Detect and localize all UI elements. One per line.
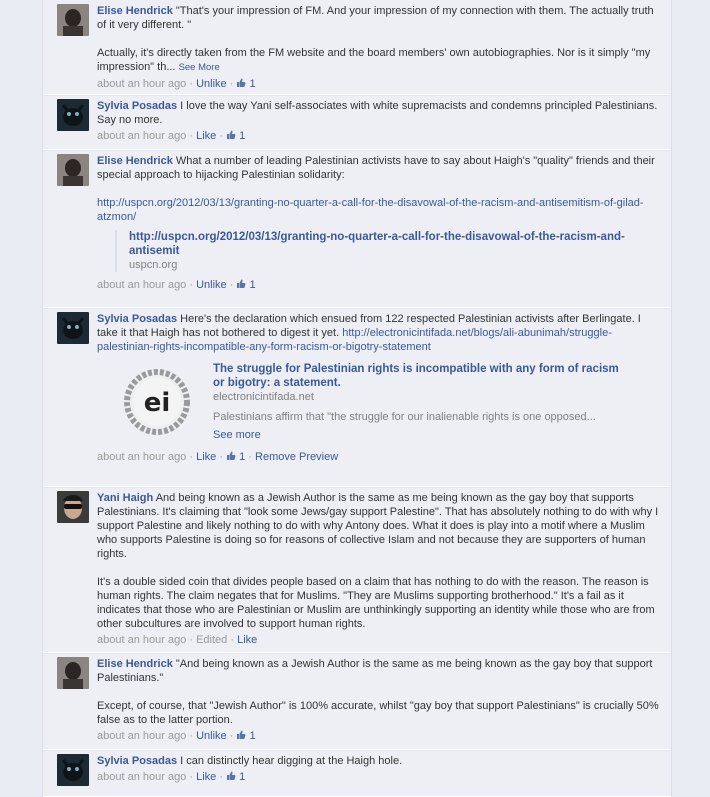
thumbs-up-icon <box>226 771 236 783</box>
comment-body: Elise Hendrick What a number of leading … <box>97 154 661 292</box>
edited-label: Edited <box>196 634 228 646</box>
thumbs-up-icon <box>226 451 236 463</box>
comment-item: Sylvia Posadas I love the way Yani self-… <box>43 95 671 150</box>
thumbs-up-icon <box>236 730 246 742</box>
preview-domain: electronicintifada.net <box>213 391 314 403</box>
see-more-link[interactable]: See More <box>179 62 220 73</box>
comment-text: And being known as a Jewish Author is th… <box>97 492 659 560</box>
comment-text: I love the way Yani self-associates with… <box>97 100 658 126</box>
attachment-domain: uspcn.org <box>129 259 178 271</box>
avatar[interactable] <box>57 657 89 689</box>
like-count[interactable]: 1 <box>239 771 245 783</box>
timestamp: about an hour ago <box>97 78 187 90</box>
like-toggle[interactable]: Like <box>196 130 216 142</box>
comment-author[interactable]: Elise Hendrick <box>97 5 173 17</box>
like-count[interactable]: 1 <box>250 730 256 742</box>
comment-body: Sylvia Posadas I love the way Yani self-… <box>97 99 661 143</box>
comment-meta: about an hour ago · Unlike · 1 <box>97 279 256 291</box>
like-toggle[interactable]: Unlike <box>196 730 227 742</box>
preview-see-more[interactable]: See more <box>213 429 261 441</box>
like-count[interactable]: 1 <box>250 279 256 291</box>
avatar[interactable] <box>57 312 89 344</box>
comment-body: Sylvia Posadas I can distinctly hear dig… <box>97 754 661 784</box>
comment-meta: about an hour ago · Like · 1 <box>97 130 246 142</box>
preview-thumbnail[interactable]: ei <box>111 362 203 442</box>
like-toggle[interactable]: Like <box>196 771 216 783</box>
comment-item: Sylvia Posadas Here's the declaration wh… <box>43 308 671 487</box>
like-toggle[interactable]: Like <box>196 451 216 463</box>
remove-preview-link[interactable]: Remove Preview <box>255 451 338 463</box>
avatar[interactable] <box>57 754 89 786</box>
like-toggle[interactable]: Unlike <box>196 78 227 90</box>
timestamp: about an hour ago <box>97 451 187 463</box>
comment-meta: about an hour ago · Unlike · 1 <box>97 78 256 90</box>
comment-meta: about an hour ago · Like · 1 <box>97 771 246 783</box>
link-attachment[interactable]: http://uspcn.org/2012/03/13/granting-no-… <box>115 230 661 272</box>
like-toggle[interactable]: Unlike <box>196 279 227 291</box>
comment-body: Sylvia Posadas Here's the declaration wh… <box>97 312 661 464</box>
like-toggle[interactable]: Like <box>237 634 257 646</box>
like-count[interactable]: 1 <box>239 451 245 463</box>
comment-item: Sylvia Posadas I can distinctly hear dig… <box>43 750 671 797</box>
timestamp: about an hour ago <box>97 130 187 142</box>
avatar[interactable] <box>57 491 89 523</box>
timestamp: about an hour ago <box>97 634 187 646</box>
comment-text: What a number of leading Palestinian act… <box>97 155 655 181</box>
link-preview[interactable]: ei The struggle for Palestinian rights i… <box>111 362 661 442</box>
comment-item: Elise Hendrick "That's your impression o… <box>43 0 671 95</box>
comment-author[interactable]: Elise Hendrick <box>97 155 173 167</box>
comment-body: Yani Haigh And being known as a Jewish A… <box>97 491 661 647</box>
timestamp: about an hour ago <box>97 730 187 742</box>
preview-text: The struggle for Palestinian rights is i… <box>213 362 633 442</box>
preview-title[interactable]: The struggle for Palestinian rights is i… <box>213 362 633 390</box>
comment-body: Elise Hendrick "And being known as a Jew… <box>97 657 661 743</box>
like-count[interactable]: 1 <box>250 78 256 90</box>
comment-text: "That's your impression of FM. And your … <box>97 5 654 31</box>
avatar[interactable] <box>57 99 89 131</box>
preview-logo-text: ei <box>144 388 171 418</box>
timestamp: about an hour ago <box>97 279 187 291</box>
like-count[interactable]: 1 <box>239 130 245 142</box>
avatar[interactable] <box>57 4 89 36</box>
comment-author[interactable]: Sylvia Posadas <box>97 313 177 325</box>
comment-text: I can distinctly hear digging at the Hai… <box>180 755 403 767</box>
comment-text: "And being known as a Jewish Author is t… <box>97 658 653 684</box>
comment-author[interactable]: Elise Hendrick <box>97 658 173 670</box>
comment-url[interactable]: http://uspcn.org/2012/03/13/granting-no-… <box>97 197 644 223</box>
comment-author[interactable]: Yani Haigh <box>97 492 153 504</box>
comment-item: Elise Hendrick What a number of leading … <box>43 150 671 308</box>
comment-meta: about an hour ago · Like · 1 · Remove Pr… <box>97 451 339 463</box>
thumbs-up-icon <box>226 130 236 142</box>
timestamp: about an hour ago <box>97 771 187 783</box>
comment-meta: about an hour ago · Unlike · 1 <box>97 730 256 742</box>
comment-item: Yani Haigh And being known as a Jewish A… <box>43 487 671 653</box>
thumbs-up-icon <box>236 78 246 90</box>
comment-body: Elise Hendrick "That's your impression o… <box>97 4 661 91</box>
preview-description: Palestinians affirm that "the struggle f… <box>213 411 596 423</box>
thumbs-up-icon <box>236 279 246 291</box>
comment-text: It's a double sided coin that divides pe… <box>97 576 655 630</box>
attachment-title[interactable]: http://uspcn.org/2012/03/13/granting-no-… <box>129 230 661 258</box>
comment-meta: about an hour ago · Edited · Like <box>97 634 258 646</box>
comment-author[interactable]: Sylvia Posadas <box>97 100 177 112</box>
comment-thread: Elise Hendrick "That's your impression o… <box>42 0 672 797</box>
comment-item: Elise Hendrick "And being known as a Jew… <box>43 653 671 750</box>
comment-author[interactable]: Sylvia Posadas <box>97 755 177 767</box>
comment-text: Except, of course, that "Jewish Author" … <box>97 700 659 726</box>
avatar[interactable] <box>57 154 89 186</box>
